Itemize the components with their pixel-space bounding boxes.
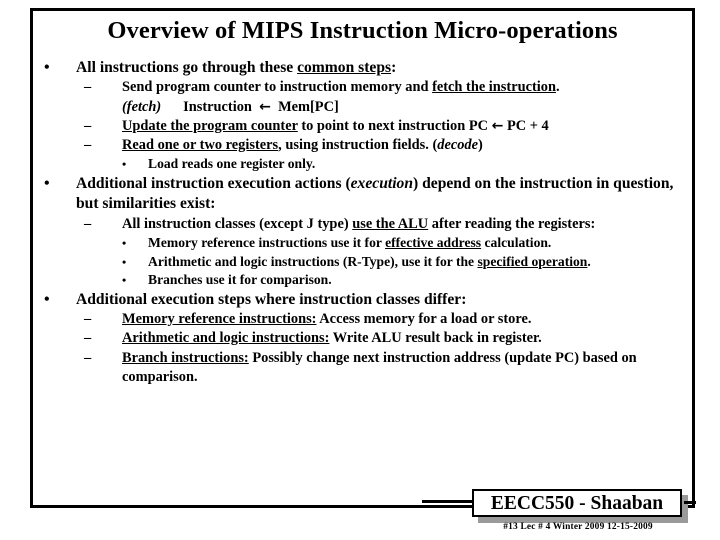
- footer-slide-meta: #13 Lec # 4 Winter 2009 12-15-2009: [503, 522, 653, 532]
- list-item: – Memory reference instructions: Access …: [38, 310, 688, 329]
- text-segment: Arithmetic and logic instructions (R-Typ…: [148, 253, 478, 269]
- text-segment: All instructions go through these: [76, 59, 298, 76]
- text-segment: .: [587, 253, 591, 269]
- text-underline-update-the-program-counter: Update the program counter: [122, 117, 298, 134]
- bullet-marker-level3: •: [122, 254, 127, 269]
- list-item: – Send program counter to instruction me…: [38, 78, 688, 117]
- text-segment: after reading the registers:: [428, 215, 596, 232]
- text-segment: ): [478, 137, 483, 154]
- left-arrow-icon: ←: [259, 98, 271, 115]
- bullet-marker-level2: –: [84, 137, 92, 154]
- text-segment: Access memory for a load or store.: [316, 311, 532, 328]
- bullet-marker-level1: •: [44, 290, 50, 308]
- text-segment: Write ALU result back in register.: [329, 330, 542, 347]
- list-item: • Load reads one register only.: [38, 155, 688, 174]
- list-item-text: Additional instruction execution actions…: [76, 174, 688, 215]
- list-item-text: Memory reference instructions: Access me…: [122, 310, 688, 329]
- list-item: – Branch instructions: Possibly change n…: [38, 349, 688, 388]
- list-item: • Branches use it for comparison.: [38, 271, 688, 290]
- list-item-text: Arithmetic and logic instructions: Write…: [122, 329, 688, 348]
- list-item-text: All instructions go through these common…: [76, 58, 688, 78]
- text-segment: calculation.: [481, 234, 552, 250]
- slide-page: { "slide": { "title": "Overview of MIPS …: [0, 0, 720, 540]
- text-underline-common-steps: common steps: [297, 59, 392, 76]
- footer-course-badge: EECC550 - Shaaban: [472, 489, 682, 517]
- page-title: Overview of MIPS Instruction Micro-opera…: [107, 17, 618, 44]
- bullet-marker-level2: –: [84, 215, 92, 232]
- bullet-marker-level3: •: [122, 157, 127, 172]
- list-item-text: Additional execution steps where instruc…: [76, 290, 467, 308]
- list-item-text: All instruction classes (except J type) …: [122, 215, 688, 234]
- text-italic-fetch: (fetch): [122, 98, 162, 115]
- text-underline-memory-reference-instructions: Memory reference instructions:: [122, 311, 317, 328]
- bullet-marker-level3: •: [122, 235, 127, 250]
- list-item-text: Read one or two registers, using instruc…: [122, 136, 688, 155]
- bullet-marker-level1: •: [44, 59, 50, 76]
- list-item: – Update the program counter to point to…: [38, 117, 688, 136]
- footer-left-rule: [422, 500, 477, 503]
- list-item-text: Arithmetic and logic instructions (R-Typ…: [148, 253, 688, 272]
- text-segment: to point to next instruction PC: [297, 117, 492, 134]
- text-segment: Instruction: [183, 98, 252, 115]
- slide-body: • All instructions go through these comm…: [38, 58, 688, 387]
- text-underline-effective-address: effective address: [385, 234, 482, 250]
- text-underline-fetch-the-instruction: fetch the instruction: [432, 79, 556, 96]
- bullet-marker-level2: –: [84, 330, 92, 347]
- left-arrow-icon: ←: [491, 117, 504, 134]
- text-italic-execution: execution: [350, 175, 414, 193]
- text-segment: Send program counter to instruction memo…: [122, 79, 433, 96]
- text-underline-specified-operation: specified operation: [477, 253, 588, 269]
- list-item-text: Branches use it for comparison.: [148, 272, 332, 288]
- text-segment: Memory reference instructions use it for: [148, 234, 386, 250]
- bullet-marker-level2: –: [84, 79, 92, 96]
- list-item: – Read one or two registers, using instr…: [38, 136, 688, 155]
- list-item: – Arithmetic and logic instructions: Wri…: [38, 329, 688, 348]
- bullet-marker-level2: –: [84, 349, 92, 366]
- text-segment: , using instruction fields. (: [278, 137, 438, 154]
- list-item-text: Send program counter to instruction memo…: [122, 78, 688, 117]
- text-underline-arithmetic-and-logic-instructions: Arithmetic and logic instructions:: [122, 330, 330, 347]
- list-item: • Arithmetic and logic instructions (R-T…: [38, 253, 688, 272]
- text-segment: Additional instruction execution actions…: [76, 175, 351, 193]
- text-segment: Mem[PC]: [278, 98, 339, 115]
- text-underline-branch-instructions: Branch instructions:: [122, 349, 249, 366]
- text-segment: PC + 4: [503, 117, 549, 134]
- bullet-marker-level2: –: [84, 311, 92, 328]
- list-item-text: Memory reference instructions use it for…: [148, 234, 688, 253]
- text-underline-read-one-or-two-registers: Read one or two registers: [122, 137, 279, 154]
- list-item: – All instruction classes (except J type…: [38, 215, 688, 234]
- text-italic-decode: decode: [437, 137, 479, 154]
- list-item: • Additional execution steps where instr…: [38, 290, 688, 310]
- bullet-marker-level2: –: [84, 117, 92, 134]
- footer-right-connector: [684, 501, 696, 504]
- list-item-text: Load reads one register only.: [148, 156, 316, 172]
- list-item: • Memory reference instructions use it f…: [38, 234, 688, 253]
- text-underline-use-the-alu: use the ALU: [352, 215, 429, 232]
- bullet-marker-level1: •: [44, 175, 50, 193]
- text-segment: .: [555, 79, 560, 96]
- list-item-text: Update the program counter to point to n…: [122, 117, 688, 136]
- list-item: • All instructions go through these comm…: [38, 58, 688, 78]
- text-segment: :: [391, 59, 397, 76]
- list-item: • Additional instruction execution actio…: [38, 174, 688, 215]
- list-item-text: Branch instructions: Possibly change nex…: [122, 349, 688, 388]
- text-segment: All instruction classes (except J type): [122, 215, 353, 232]
- bullet-marker-level3: •: [122, 273, 127, 288]
